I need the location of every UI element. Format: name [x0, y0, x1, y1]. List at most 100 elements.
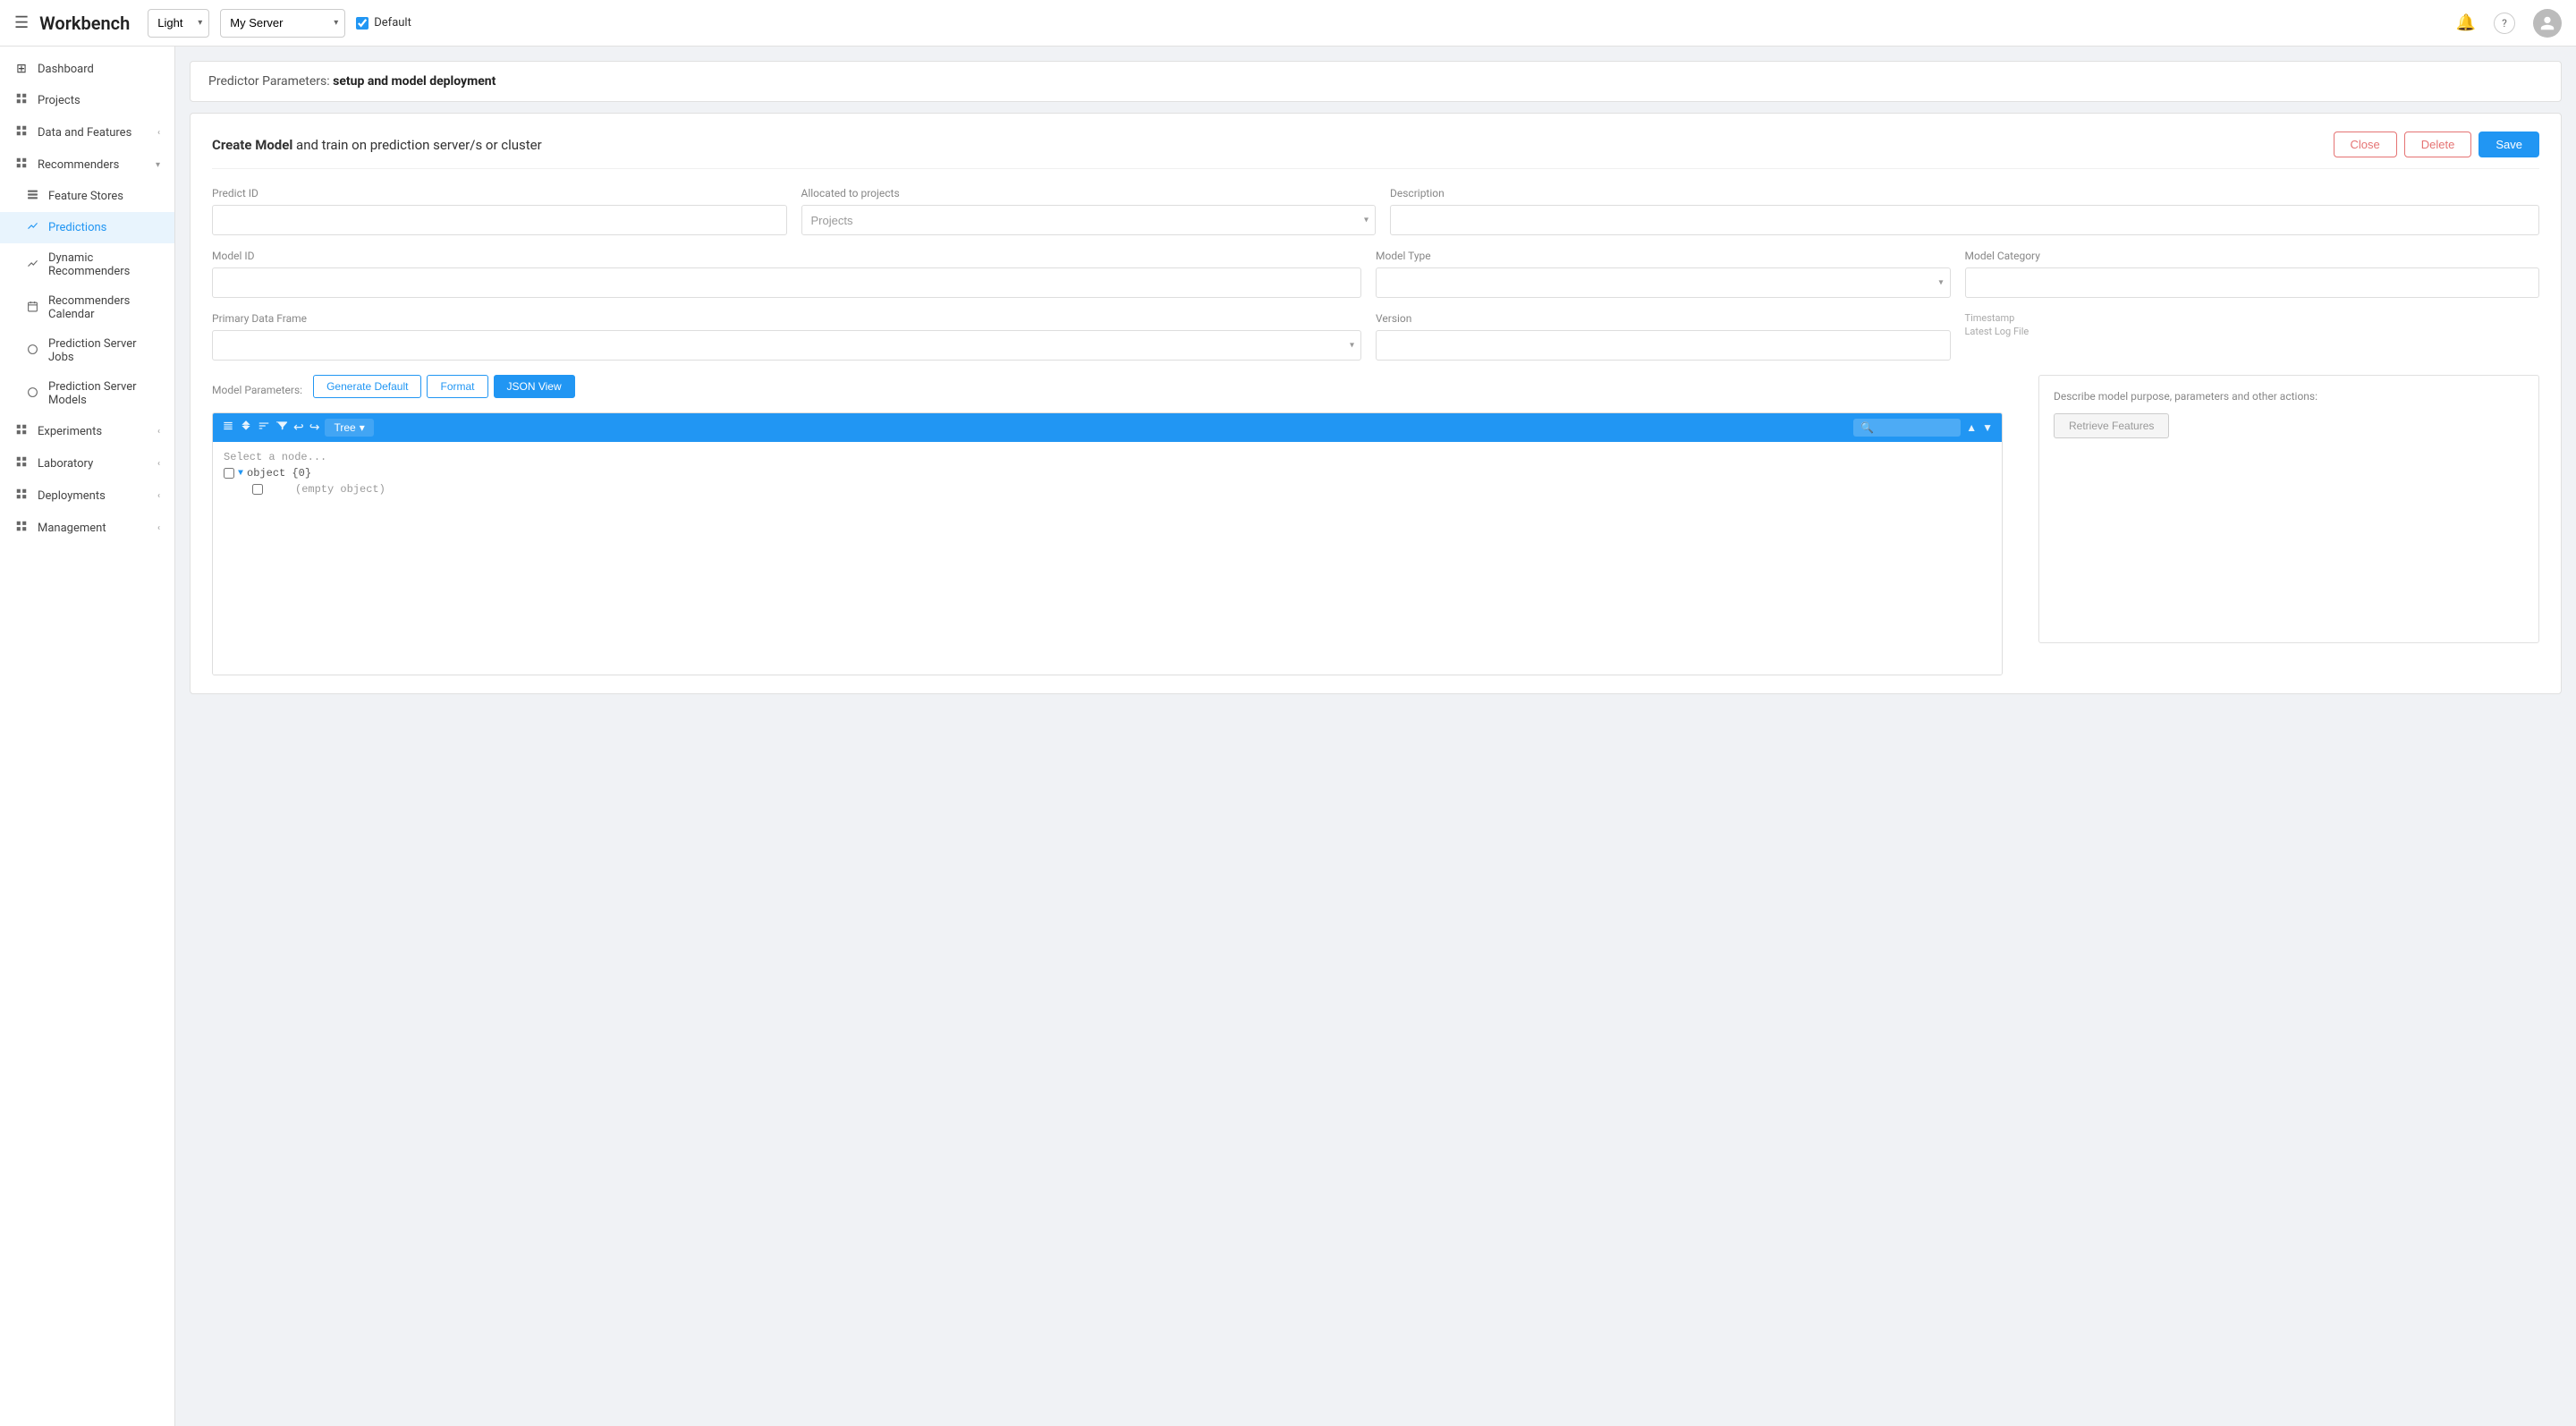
version-input[interactable]: [1376, 330, 1951, 361]
prediction-server-jobs-icon: [25, 344, 39, 359]
form-row-1: Predict ID Allocated to projects Project…: [212, 187, 2539, 235]
feature-stores-icon: [25, 189, 39, 204]
allocated-select-wrap: Projects ▾: [801, 205, 1377, 235]
allocated-select[interactable]: Projects: [801, 205, 1377, 235]
primary-df-label: Primary Data Frame: [212, 312, 1361, 325]
tree-sort-icon[interactable]: [258, 420, 270, 436]
predict-id-input[interactable]: [212, 205, 787, 235]
description-input[interactable]: [1390, 205, 2539, 235]
version-label: Version: [1376, 312, 1951, 325]
menu-icon[interactable]: ☰: [14, 13, 29, 32]
model-type-select[interactable]: [1376, 267, 1951, 298]
delete-button[interactable]: Delete: [2404, 132, 2472, 157]
description-group: Description: [1390, 187, 2539, 235]
description-label: Description: [1390, 187, 2539, 199]
json-view-button[interactable]: JSON View: [494, 375, 575, 398]
model-type-label: Model Type: [1376, 250, 1951, 262]
sidebar-item-prediction-server-models[interactable]: Prediction Server Models: [0, 372, 174, 415]
tree-view-label: Tree: [334, 421, 355, 434]
close-button[interactable]: Close: [2334, 132, 2397, 157]
help-icon[interactable]: ?: [2494, 13, 2515, 34]
primary-df-group: Primary Data Frame ▾: [212, 312, 1361, 361]
timestamp-area: Timestamp Latest Log File: [1965, 312, 2540, 337]
recommenders-calendar-icon: [25, 301, 39, 316]
sidebar-label-management: Management: [38, 522, 148, 535]
format-button[interactable]: Format: [427, 375, 487, 398]
sidebar-item-predictions[interactable]: Predictions: [0, 212, 174, 243]
json-node-object: ▼ object {0}: [224, 465, 1991, 481]
topbar: ☰ Workbench Light Dark ▾ My Server ▾ Def…: [0, 0, 2576, 47]
server-select-wrap: My Server ▾: [220, 9, 345, 38]
default-checkbox[interactable]: [356, 17, 369, 30]
json-search-up-icon[interactable]: ▲: [1966, 421, 1977, 434]
sidebar-item-experiments[interactable]: Experiments ‹: [0, 415, 174, 447]
default-checkbox-label[interactable]: Default: [356, 16, 411, 30]
breadcrumb-bold: setup and model deployment: [333, 74, 496, 89]
tree-view-button[interactable]: Tree ▾: [325, 419, 373, 437]
tree-expand-all-icon[interactable]: [240, 420, 252, 436]
json-select-node-text: Select a node...: [224, 449, 1991, 465]
json-tree-body: Select a node... ▼ object {0} (empty obj…: [213, 442, 2002, 675]
sidebar-label-projects: Projects: [38, 94, 160, 107]
form-title-suffix: and train on prediction server/s or clus…: [292, 137, 541, 153]
sidebar-item-feature-stores[interactable]: Feature Stores: [0, 181, 174, 212]
right-panel-inner: Describe model purpose, parameters and o…: [2038, 375, 2539, 643]
sidebar-item-deployments[interactable]: Deployments ‹: [0, 480, 174, 512]
breadcrumb-bar: Predictor Parameters: setup and model de…: [190, 61, 2562, 102]
sidebar-item-dynamic-recommenders[interactable]: Dynamic Recommenders: [0, 243, 174, 286]
sidebar-item-recommenders[interactable]: Recommenders ▾: [0, 149, 174, 181]
experiments-icon: [14, 423, 29, 439]
predict-id-group: Predict ID: [212, 187, 787, 235]
sidebar-item-data-features[interactable]: Data and Features ‹: [0, 116, 174, 149]
generate-default-button[interactable]: Generate Default: [313, 375, 421, 398]
topbar-right: 🔔 ?: [2456, 9, 2562, 38]
tree-redo-icon[interactable]: ↪: [309, 420, 320, 435]
primary-df-select-wrap: ▾: [212, 330, 1361, 361]
theme-select[interactable]: Light Dark: [148, 9, 209, 38]
retrieve-features-button[interactable]: Retrieve Features: [2054, 413, 2169, 438]
recommenders-arrow-icon: ▾: [156, 160, 160, 170]
json-search-input[interactable]: [1853, 419, 1961, 437]
sidebar-item-recommenders-calendar[interactable]: Recommenders Calendar: [0, 286, 174, 329]
sidebar-label-dynamic-recommenders: Dynamic Recommenders: [48, 251, 160, 278]
prediction-server-models-icon: [25, 386, 39, 402]
server-select[interactable]: My Server: [220, 9, 345, 38]
model-id-input[interactable]: [212, 267, 1361, 298]
predict-id-label: Predict ID: [212, 187, 787, 199]
sidebar-item-laboratory[interactable]: Laboratory ‹: [0, 447, 174, 480]
sidebar-label-prediction-server-jobs: Prediction Server Jobs: [48, 337, 160, 364]
sidebar-label-dashboard: Dashboard: [38, 63, 160, 76]
tree-undo-icon[interactable]: ↩: [293, 420, 304, 435]
model-category-input[interactable]: [1965, 267, 2540, 298]
json-node-key: object {0}: [247, 467, 311, 480]
sidebar-item-management[interactable]: Management ‹: [0, 512, 174, 544]
right-panel-description-label: Describe model purpose, parameters and o…: [2054, 390, 2524, 403]
bell-icon[interactable]: 🔔: [2456, 13, 2476, 32]
json-node-expand-icon[interactable]: ▼: [238, 469, 243, 479]
save-button[interactable]: Save: [2479, 132, 2539, 157]
json-search-down-icon[interactable]: ▼: [1982, 421, 1993, 434]
model-type-group: Model Type ▾: [1376, 250, 1951, 298]
json-node-checkbox[interactable]: [224, 468, 234, 479]
sidebar-label-feature-stores: Feature Stores: [48, 190, 160, 203]
sidebar-item-projects[interactable]: Projects: [0, 84, 174, 116]
projects-icon: [14, 92, 29, 108]
sidebar-item-dashboard[interactable]: ⊞ Dashboard: [0, 54, 174, 84]
version-group: Version: [1376, 312, 1951, 361]
tree-filter-icon[interactable]: [275, 420, 288, 436]
sidebar-item-prediction-server-jobs[interactable]: Prediction Server Jobs: [0, 329, 174, 372]
json-empty-checkbox[interactable]: [252, 484, 263, 495]
allocated-label: Allocated to projects: [801, 187, 1377, 199]
deployments-arrow-icon: ‹: [157, 491, 160, 501]
json-tree-toolbar: ↩ ↪ Tree ▾ ▲ ▼: [213, 413, 2002, 442]
sidebar-label-recommenders-calendar: Recommenders Calendar: [48, 294, 160, 321]
recommenders-icon: [14, 157, 29, 173]
avatar[interactable]: [2533, 9, 2562, 38]
primary-df-select[interactable]: [212, 330, 1361, 361]
default-label: Default: [374, 16, 411, 30]
header-buttons: Close Delete Save: [2334, 132, 2539, 157]
sidebar-label-deployments: Deployments: [38, 489, 148, 503]
model-type-select-wrap: ▾: [1376, 267, 1951, 298]
sidebar-label-prediction-server-models: Prediction Server Models: [48, 380, 160, 407]
tree-collapse-all-icon[interactable]: [222, 420, 234, 436]
